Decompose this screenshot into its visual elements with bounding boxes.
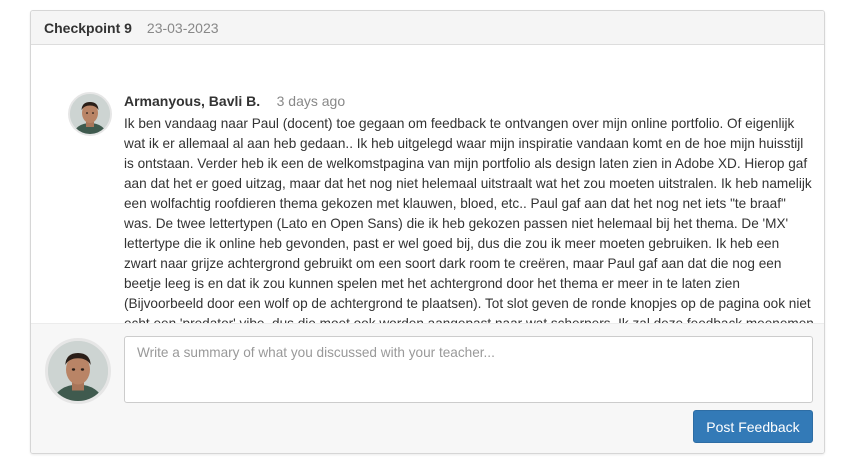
comment-timestamp: 3 days ago xyxy=(276,93,346,109)
checkpoint-date: 23-03-2023 xyxy=(146,19,219,36)
comment-meta: Armanyous, Bavli B. 3 days ago xyxy=(124,93,814,111)
feedback-comment: Armanyous, Bavli B. 3 days ago Ik ben va… xyxy=(31,45,824,351)
user-avatar-icon xyxy=(48,341,108,401)
reply-form: Post Feedback xyxy=(31,323,824,453)
avatar xyxy=(68,92,112,136)
comment-author: Armanyous, Bavli B. xyxy=(124,93,261,109)
panel-heading: Checkpoint 9 23-03-2023 xyxy=(31,11,824,45)
current-user-avatar xyxy=(45,338,111,404)
checkpoint-title: Checkpoint 9 xyxy=(44,19,132,36)
checkpoint-panel: Checkpoint 9 23-03-2023 Armanyous, Bavli… xyxy=(30,10,825,454)
user-avatar-icon xyxy=(70,94,110,134)
comment-text: Ik ben vandaag naar Paul (docent) toe ge… xyxy=(124,116,814,351)
post-feedback-button[interactable]: Post Feedback xyxy=(693,410,813,443)
comment-body: Armanyous, Bavli B. 3 days ago Ik ben va… xyxy=(124,93,814,354)
feedback-summary-input[interactable] xyxy=(124,336,813,403)
